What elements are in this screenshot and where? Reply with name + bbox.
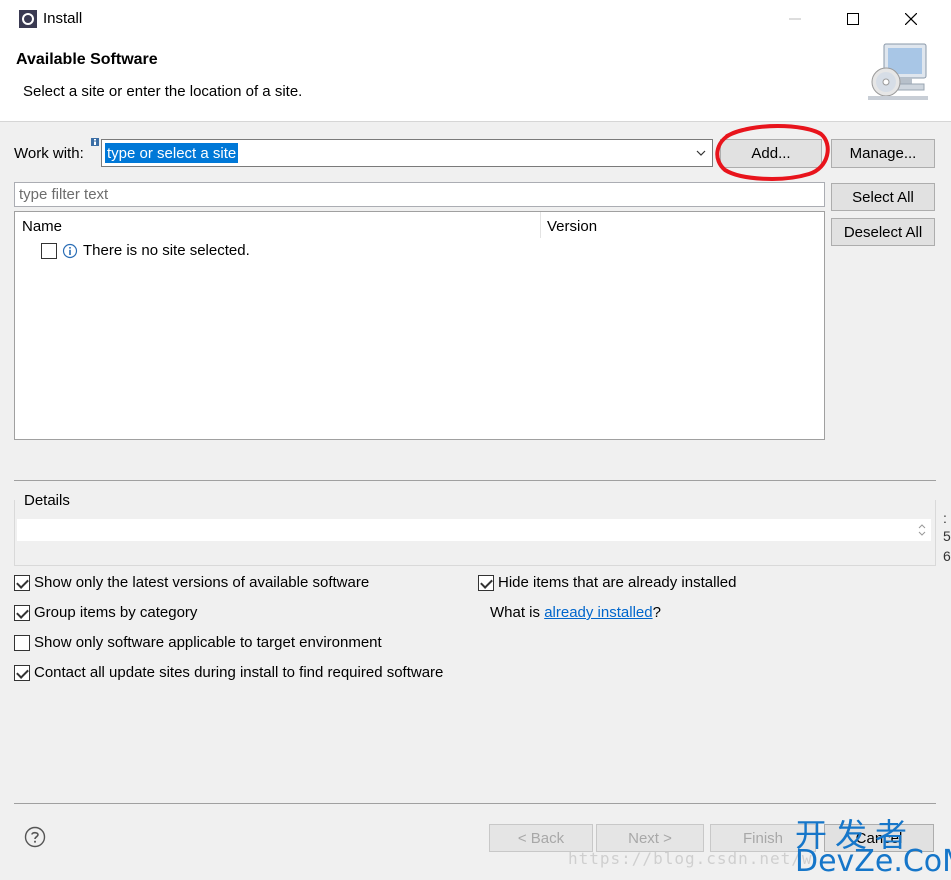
what-is-suffix: ? (652, 604, 661, 621)
maximize-icon (847, 13, 859, 25)
group-by-category-checkbox[interactable] (14, 605, 30, 621)
group-by-category-label[interactable]: Group items by category (34, 604, 197, 621)
filter-input[interactable] (14, 182, 825, 207)
sash-divider[interactable] (14, 480, 936, 481)
column-header-version[interactable]: Version (547, 218, 597, 235)
maximize-button[interactable] (824, 0, 882, 38)
minimize-icon (789, 18, 801, 20)
target-environment-checkbox[interactable] (14, 635, 30, 651)
hide-installed-label[interactable]: Hide items that are already installed (498, 574, 736, 591)
site-combo[interactable]: type or select a site (101, 139, 713, 167)
next-button[interactable]: Next > (596, 824, 704, 852)
hide-installed-checkbox[interactable] (478, 575, 494, 591)
footer-separator (14, 803, 936, 804)
row-checkbox[interactable] (41, 243, 57, 259)
page-title: Available Software (16, 51, 158, 68)
site-combo-value: type or select a site (105, 143, 239, 163)
contact-update-sites-checkbox[interactable] (14, 665, 30, 681)
table-row[interactable]: There is no site selected. (83, 242, 250, 259)
help-icon[interactable] (24, 826, 46, 848)
already-installed-link[interactable]: already installed (544, 604, 652, 621)
select-all-button[interactable]: Select All (831, 183, 935, 211)
latest-versions-label[interactable]: Show only the latest versions of availab… (34, 574, 369, 591)
add-site-button[interactable]: Add... (720, 139, 822, 168)
content-assist-icon (91, 138, 99, 146)
page-subtitle: Select a site or enter the location of a… (23, 83, 303, 100)
column-header-name[interactable]: Name (22, 218, 62, 235)
eclipse-app-icon (19, 10, 37, 28)
details-scroll-arrows-icon[interactable] (914, 520, 930, 540)
latest-versions-checkbox[interactable] (14, 575, 30, 591)
watermark-url: https://blog.csdn.net/w (568, 849, 813, 868)
close-icon (905, 13, 917, 25)
install-monitor-cd-icon (868, 43, 928, 100)
edge-fragment: 5 (943, 528, 951, 544)
contact-update-sites-label[interactable]: Contact all update sites during install … (34, 664, 443, 681)
column-separator[interactable] (540, 212, 541, 238)
back-button[interactable]: < Back (489, 824, 593, 852)
window-title: Install (43, 10, 83, 27)
deselect-all-button[interactable]: Deselect All (831, 218, 935, 246)
target-environment-label[interactable]: Show only software applicable to target … (34, 634, 382, 651)
work-with-label: Work with: (14, 145, 84, 162)
manage-sites-button[interactable]: Manage... (831, 139, 935, 168)
details-label: Details (23, 492, 71, 509)
what-is-prefix: What is (490, 604, 545, 621)
details-text-area[interactable] (17, 519, 931, 541)
close-button[interactable] (882, 0, 940, 38)
edge-fragment: : (943, 510, 947, 526)
what-is-installed: What is already installed? (490, 604, 661, 621)
devze-watermark-logo: 开发者 DevZe.CoM (795, 810, 951, 879)
minimize-button[interactable] (766, 0, 824, 38)
chevron-down-icon[interactable] (694, 146, 708, 160)
info-icon (62, 243, 78, 259)
watermark-en-text: DevZe.CoM (795, 844, 951, 879)
edge-fragment: 6 (943, 548, 951, 564)
